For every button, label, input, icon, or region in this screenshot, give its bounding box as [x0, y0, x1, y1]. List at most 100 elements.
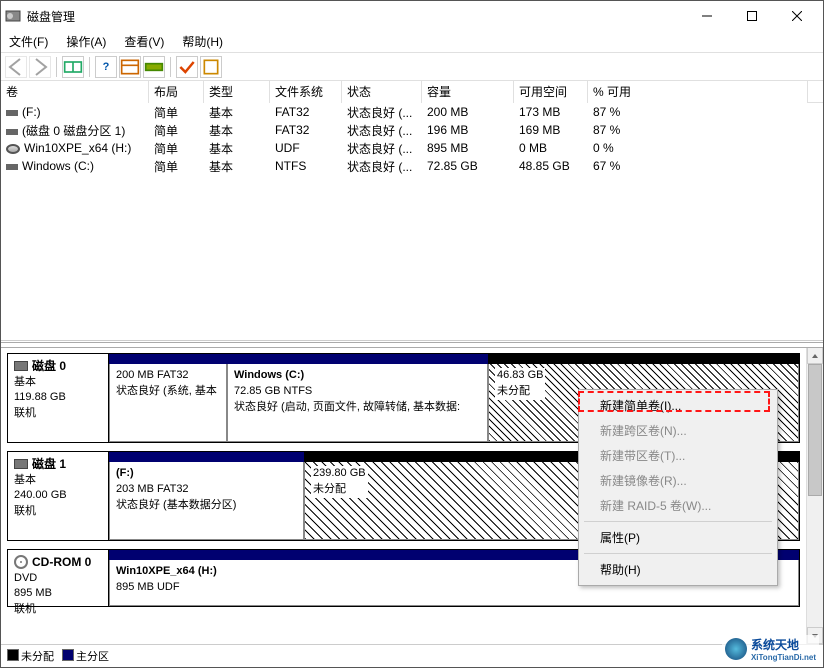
- toolbar-separator: [170, 57, 171, 77]
- disk-size: 119.88 GB: [14, 390, 102, 405]
- cell-free: 173 MB: [514, 105, 588, 119]
- vertical-scrollbar[interactable]: [806, 347, 823, 644]
- toolbar-separator: [56, 57, 57, 77]
- partition-size: 203 MB FAT32: [116, 482, 297, 498]
- menu-bar: 文件(F) 操作(A) 查看(V) 帮助(H): [1, 31, 823, 53]
- partition-size: 200 MB FAT32: [116, 368, 220, 384]
- column-filesystem[interactable]: 文件系统: [270, 81, 342, 103]
- globe-icon: [725, 638, 747, 660]
- menu-action[interactable]: 操作(A): [66, 33, 106, 50]
- cell-filesystem: FAT32: [270, 105, 342, 119]
- cell-status: 状态良好 (...: [342, 158, 422, 175]
- disk-icon: [6, 144, 20, 154]
- volume-row[interactable]: (F:)简单基本FAT32状态良好 (...200 MB173 MB87 %: [1, 103, 823, 121]
- partition-status: 状态良好 (基本数据分区): [116, 498, 297, 514]
- column-status[interactable]: 状态: [342, 81, 422, 103]
- title-bar: 磁盘管理: [1, 1, 823, 31]
- view-list-button[interactable]: [62, 56, 84, 78]
- watermark-title: 系统天地: [751, 638, 799, 652]
- help-button[interactable]: ?: [95, 56, 117, 78]
- legend-unallocated: 未分配: [7, 648, 54, 664]
- cell-filesystem: FAT32: [270, 123, 342, 137]
- disk-size: 240.00 GB: [14, 488, 102, 503]
- action-button-1[interactable]: [176, 56, 198, 78]
- column-free[interactable]: 可用空间: [514, 81, 588, 103]
- cell-volume: (F:): [1, 105, 149, 119]
- window-controls: [684, 1, 819, 31]
- cell-capacity: 895 MB: [422, 141, 514, 155]
- minimize-button[interactable]: [684, 1, 729, 31]
- cell-status: 状态良好 (...: [342, 140, 422, 157]
- cell-filesystem: UDF: [270, 141, 342, 155]
- watermark: 系统天地 XiTongTianDi.net: [722, 635, 819, 663]
- column-layout[interactable]: 布局: [149, 81, 204, 103]
- volume-icon: [6, 129, 18, 135]
- context-menu: 新建简单卷(I)... 新建跨区卷(N)... 新建带区卷(T)... 新建镜像…: [578, 389, 778, 586]
- disk-type: 基本: [14, 473, 102, 488]
- disk-state: 联机: [14, 406, 102, 421]
- scrollbar-track[interactable]: [807, 364, 823, 627]
- toolbar-separator: [89, 57, 90, 77]
- menu-new-striped-volume: 新建带区卷(T)...: [582, 443, 774, 468]
- action-button-2[interactable]: [200, 56, 222, 78]
- scroll-up-button[interactable]: [807, 347, 823, 364]
- cell-free: 48.85 GB: [514, 159, 588, 173]
- cell-capacity: 196 MB: [422, 123, 514, 137]
- disk-label: 磁盘 1基本240.00 GB联机: [8, 452, 109, 540]
- volume-row[interactable]: Windows (C:)简单基本NTFS状态良好 (...72.85 GB48.…: [1, 157, 823, 175]
- cell-type: 基本: [204, 104, 270, 121]
- menu-separator: [584, 521, 772, 522]
- partition[interactable]: Windows (C:)72.85 GB NTFS状态良好 (启动, 页面文件,…: [227, 364, 488, 442]
- disk-label: 磁盘 0基本119.88 GB联机: [8, 354, 109, 442]
- partition-status: 未分配: [497, 384, 543, 400]
- view-detail-button[interactable]: [119, 56, 141, 78]
- menu-view[interactable]: 查看(V): [124, 33, 164, 50]
- legend: 未分配 主分区: [1, 644, 823, 666]
- volume-table-header: 卷 布局 类型 文件系统 状态 容量 可用空间 % 可用: [1, 81, 823, 103]
- scrollbar-thumb[interactable]: [808, 364, 822, 496]
- window-title: 磁盘管理: [27, 8, 684, 25]
- partition-title: (F:): [116, 466, 297, 482]
- partition[interactable]: 200 MB FAT32状态良好 (系统, 基本: [109, 364, 227, 442]
- cell-volume: Windows (C:): [1, 159, 149, 173]
- cell-type: 基本: [204, 158, 270, 175]
- column-percent-free[interactable]: % 可用: [588, 81, 808, 103]
- menu-help[interactable]: 帮助(H): [582, 557, 774, 582]
- cell-volume: Win10XPE_x64 (H:): [1, 141, 149, 155]
- nav-forward-button[interactable]: [29, 56, 51, 78]
- partition-size: 239.80 GB: [313, 466, 366, 482]
- disk-state: 联机: [14, 602, 102, 617]
- column-type[interactable]: 类型: [204, 81, 270, 103]
- partition[interactable]: (F:)203 MB FAT32状态良好 (基本数据分区): [109, 462, 304, 540]
- disk-type: 基本: [14, 375, 102, 390]
- column-volume[interactable]: 卷: [1, 81, 149, 103]
- cell-percent-free: 87 %: [588, 105, 808, 119]
- volume-row[interactable]: (磁盘 0 磁盘分区 1)简单基本FAT32状态良好 (...196 MB169…: [1, 121, 823, 139]
- volume-icon: [6, 110, 18, 116]
- volume-row[interactable]: Win10XPE_x64 (H:)简单基本UDF状态良好 (...895 MB0…: [1, 139, 823, 157]
- menu-file[interactable]: 文件(F): [9, 33, 48, 50]
- column-capacity[interactable]: 容量: [422, 81, 514, 103]
- cell-percent-free: 67 %: [588, 159, 808, 173]
- cell-percent-free: 87 %: [588, 123, 808, 137]
- cell-layout: 简单: [149, 104, 204, 121]
- menu-properties[interactable]: 属性(P): [582, 525, 774, 550]
- disk-size: 895 MB: [14, 586, 102, 601]
- cell-free: 0 MB: [514, 141, 588, 155]
- cell-capacity: 200 MB: [422, 105, 514, 119]
- menu-new-spanned-volume: 新建跨区卷(N)...: [582, 418, 774, 443]
- menu-new-simple-volume[interactable]: 新建简单卷(I)...: [582, 393, 774, 418]
- disk-name: 磁盘 1: [14, 456, 102, 473]
- cell-layout: 简单: [149, 158, 204, 175]
- disk-label: CD-ROM 0DVD895 MB联机: [8, 550, 109, 606]
- watermark-url: XiTongTianDi.net: [751, 653, 816, 662]
- partition-title: Windows (C:): [234, 368, 481, 384]
- close-button[interactable]: [774, 1, 819, 31]
- nav-back-button[interactable]: [5, 56, 27, 78]
- horizontal-splitter[interactable]: [1, 341, 823, 347]
- cell-status: 状态良好 (...: [342, 122, 422, 139]
- maximize-button[interactable]: [729, 1, 774, 31]
- volume-table[interactable]: 卷 布局 类型 文件系统 状态 容量 可用空间 % 可用 (F:)简单基本FAT…: [1, 81, 823, 340]
- view-graphical-button[interactable]: [143, 56, 165, 78]
- menu-help[interactable]: 帮助(H): [182, 33, 223, 50]
